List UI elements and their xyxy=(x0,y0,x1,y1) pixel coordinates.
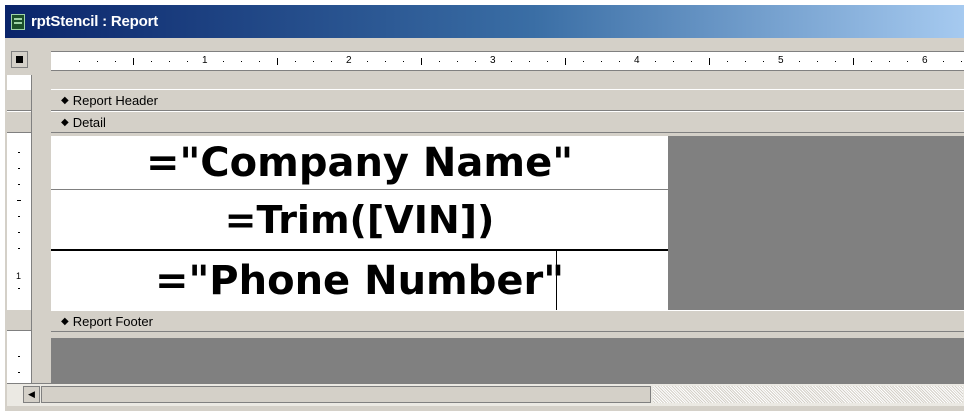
ruler-dot xyxy=(97,61,98,62)
ruler-dot xyxy=(961,61,962,62)
vertical-ruler[interactable]: 1 xyxy=(7,75,32,393)
ruler-tick xyxy=(565,58,566,65)
company-name-textbox[interactable]: ="Company Name" xyxy=(51,136,668,190)
report-header-bar[interactable]: ◆ Report Header xyxy=(51,89,964,111)
report-icon xyxy=(11,13,25,30)
report-footer-label: Report Footer xyxy=(72,313,153,329)
ruler-dot xyxy=(763,61,764,62)
ruler-dot xyxy=(313,61,314,62)
ruler-dot xyxy=(889,61,890,62)
ruler-dot xyxy=(691,61,692,62)
ruler-number: 5 xyxy=(778,55,784,66)
ruler-number: 6 xyxy=(922,55,928,66)
ruler-dot xyxy=(169,61,170,62)
report-header-label: Report Header xyxy=(72,92,158,108)
ruler-number: 3 xyxy=(490,55,496,66)
vertical-ruler-number: 1 xyxy=(16,271,22,281)
ruler-dot xyxy=(439,61,440,62)
ruler-dot xyxy=(673,61,674,62)
ruler-dot xyxy=(511,61,512,62)
ruler-tick xyxy=(277,58,278,65)
report-window: rptStencil : Report 1 2 3 4 5 6 1 ◆ Report He… xyxy=(4,4,964,411)
ruler-dot xyxy=(583,61,584,62)
phone-field-divider xyxy=(556,250,557,312)
ruler-number: 4 xyxy=(634,55,640,66)
ruler-dot xyxy=(547,61,548,62)
window-title: rptStencil : Report xyxy=(31,13,159,30)
ruler-number: 1 xyxy=(202,55,208,66)
ruler-dot xyxy=(655,61,656,62)
ruler-tick xyxy=(133,58,134,65)
ruler-dot xyxy=(817,61,818,62)
phone-number-textbox[interactable]: ="Phone Number" xyxy=(51,250,668,311)
ruler-dot xyxy=(259,61,260,62)
scroll-left-arrow-icon[interactable]: ◀ xyxy=(23,386,40,403)
horizontal-scrollbar[interactable]: ◀ xyxy=(7,383,964,406)
ruler-dot xyxy=(187,61,188,62)
detail-label: Detail xyxy=(72,114,106,130)
ruler-dot xyxy=(367,61,368,62)
ruler-dot xyxy=(745,61,746,62)
detail-section[interactable]: ="Company Name" =Trim([VIN]) ="Phone Num… xyxy=(51,136,964,312)
ruler-dot xyxy=(907,61,908,62)
detail-bar[interactable]: ◆ Detail xyxy=(51,111,964,133)
ruler-dot xyxy=(619,61,620,62)
ruler-dot xyxy=(475,61,476,62)
ruler-dot xyxy=(385,61,386,62)
detail-design-area[interactable]: ="Company Name" =Trim([VIN]) ="Phone Num… xyxy=(51,136,669,312)
ruler-dot xyxy=(151,61,152,62)
ruler-dot xyxy=(457,61,458,62)
ruler-dot xyxy=(115,61,116,62)
section-arrow-icon: ◆ xyxy=(61,116,69,128)
ruler-dot xyxy=(601,61,602,62)
ruler-dot xyxy=(835,61,836,62)
ruler-dot xyxy=(79,61,80,62)
ruler-dot xyxy=(241,61,242,62)
ruler-tick xyxy=(709,58,710,65)
report-footer-bar[interactable]: ◆ Report Footer xyxy=(51,310,964,332)
ruler-dot xyxy=(871,61,872,62)
ruler-dot xyxy=(727,61,728,62)
horizontal-ruler[interactable]: 1 2 3 4 5 6 xyxy=(51,51,964,71)
ruler-dot xyxy=(331,61,332,62)
ruler-dot xyxy=(223,61,224,62)
scroll-thumb[interactable] xyxy=(41,386,651,403)
ruler-number: 2 xyxy=(346,55,352,66)
select-report-button[interactable] xyxy=(11,51,28,68)
scroll-track[interactable] xyxy=(653,386,963,403)
ruler-dot xyxy=(799,61,800,62)
ruler-dot xyxy=(529,61,530,62)
ruler-dot xyxy=(403,61,404,62)
ruler-tick xyxy=(421,58,422,65)
vin-textbox[interactable]: =Trim([VIN]) xyxy=(51,191,668,250)
title-bar[interactable]: rptStencil : Report xyxy=(5,5,964,38)
section-arrow-icon: ◆ xyxy=(61,315,69,327)
section-arrow-icon: ◆ xyxy=(61,94,69,106)
ruler-tick xyxy=(853,58,854,65)
ruler-dot xyxy=(943,61,944,62)
ruler-dot xyxy=(295,61,296,62)
